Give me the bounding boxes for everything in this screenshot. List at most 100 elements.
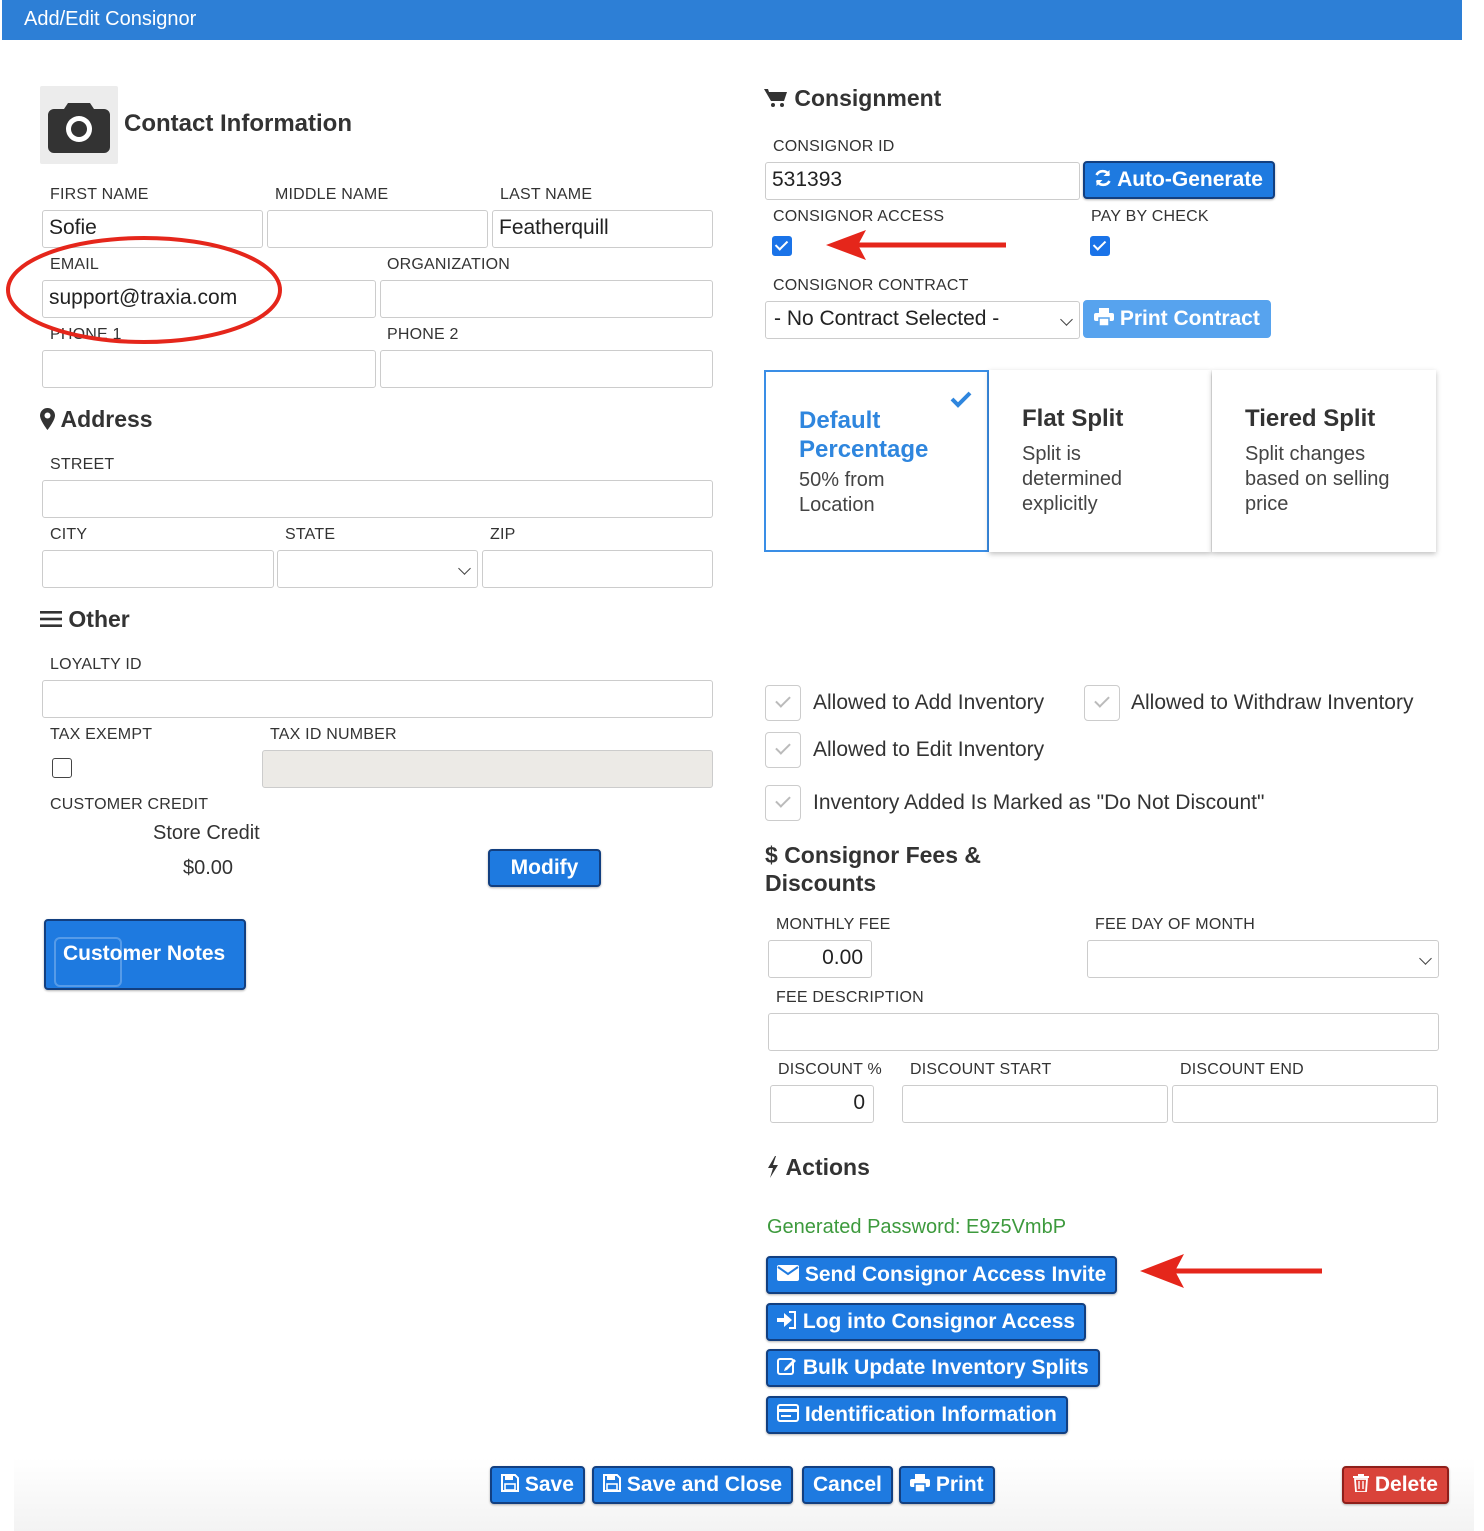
monthly-fee-input[interactable]: 0.00 [768, 940, 872, 978]
do-not-discount-checkbox[interactable] [765, 785, 801, 821]
allow-add-label: Allowed to Add Inventory [813, 691, 1045, 714]
consignor-contract-label: CONSIGNOR CONTRACT [773, 277, 969, 294]
fee-day-select[interactable] [1087, 940, 1439, 978]
delete-label: Delete [1374, 1473, 1438, 1496]
street-input[interactable] [42, 480, 713, 518]
middle-name-label: MIDDLE NAME [275, 186, 389, 203]
discount-end-label: DISCOUNT END [1180, 1061, 1304, 1078]
phone2-label: PHONE 2 [387, 326, 459, 343]
save-and-close-button[interactable]: Save and Close [592, 1466, 794, 1504]
send-invite-button[interactable]: Send Consignor Access Invite [766, 1256, 1118, 1294]
printer-icon [910, 1474, 930, 1493]
trash-icon [1353, 1474, 1369, 1493]
cancel-button[interactable]: Cancel [802, 1466, 893, 1504]
loyalty-label: LOYALTY ID [50, 656, 142, 673]
print-contract-button[interactable]: Print Contract [1083, 300, 1271, 338]
send-invite-label: Send Consignor Access Invite [804, 1263, 1107, 1286]
zip-input[interactable] [482, 550, 713, 588]
consignor-access-checkbox[interactable] [772, 236, 792, 256]
log-into-access-button[interactable]: Log into Consignor Access [766, 1303, 1087, 1341]
identification-button[interactable]: Identification Information [766, 1396, 1068, 1434]
zip-label: ZIP [490, 526, 516, 543]
split-option-desc: 50% from Location [799, 469, 885, 516]
discount-start-label: DISCOUNT START [910, 1061, 1052, 1078]
consignor-id-input[interactable]: 531393 [765, 162, 1080, 200]
city-input[interactable] [42, 550, 274, 588]
camera-icon[interactable] [40, 86, 118, 164]
split-option-desc: Split changes based on selling price [1245, 443, 1390, 515]
auto-generate-button[interactable]: Auto-Generate [1083, 161, 1275, 199]
delete-button[interactable]: Delete [1342, 1466, 1449, 1504]
menu-icon [40, 610, 62, 627]
fee-desc-input[interactable] [768, 1013, 1439, 1051]
annotation-arrow [1140, 1254, 1322, 1288]
pay-by-check-label: PAY BY CHECK [1091, 208, 1209, 225]
refresh-icon [1095, 170, 1111, 187]
organization-input[interactable] [380, 280, 713, 318]
cart-icon [764, 88, 787, 107]
discount-label: DISCOUNT % [778, 1061, 882, 1078]
chevron-down-icon [458, 562, 471, 575]
fee-day-label: FEE DAY OF MONTH [1095, 916, 1255, 933]
state-select[interactable] [277, 550, 478, 588]
map-marker-icon [40, 407, 55, 430]
modify-button[interactable]: Modify [488, 849, 601, 887]
state-label: STATE [285, 526, 336, 543]
do-not-discount-label: Inventory Added Is Marked as "Do Not Dis… [813, 791, 1265, 814]
tax-exempt-checkbox[interactable] [52, 758, 72, 778]
customer-notes-button[interactable]: Customer Notes [44, 919, 246, 990]
split-option-desc: Split is determined explicitly [1022, 443, 1123, 515]
window-title: Add/Edit Consignor [2, 0, 1462, 40]
actions-heading-text: Actions [785, 1154, 870, 1180]
edit-icon [777, 1358, 796, 1376]
allow-edit-checkbox[interactable] [765, 732, 801, 768]
store-credit-value: $0.00 [183, 857, 234, 879]
phone1-input[interactable] [42, 350, 376, 388]
tax-id-label: TAX ID NUMBER [270, 726, 397, 743]
split-option-tiered[interactable]: Tiered Split Split changes based on sell… [1212, 370, 1436, 552]
organization-label: ORGANIZATION [387, 256, 510, 273]
last-name-input[interactable]: Featherquill [492, 210, 713, 248]
contact-heading: Contact Information [124, 110, 352, 137]
annotation-arrow [826, 230, 1006, 260]
phone2-input[interactable] [380, 350, 713, 388]
pay-by-check-checkbox[interactable] [1090, 236, 1110, 256]
print-button[interactable]: Print [899, 1466, 995, 1504]
loyalty-input[interactable] [42, 680, 713, 718]
split-option-flat[interactable]: Flat Split Split is determined explicitl… [989, 370, 1211, 552]
street-label: STREET [50, 456, 115, 473]
allow-edit-label: Allowed to Edit Inventory [813, 738, 1045, 761]
discount-input[interactable]: 0 [770, 1085, 874, 1123]
fees-heading-line1: Consignor Fees & [784, 842, 981, 868]
split-option-title: Flat Split [1022, 405, 1124, 432]
consignment-heading: Consignment [764, 85, 941, 112]
printer-icon [1094, 308, 1114, 327]
split-option-title: Default Percentage [799, 407, 929, 463]
customer-credit-label: CUSTOMER CREDIT [50, 796, 209, 813]
id-card-icon [777, 1404, 799, 1423]
notes-focus-outline [54, 937, 122, 987]
allow-withdraw-checkbox[interactable] [1084, 685, 1120, 721]
discount-end-input[interactable] [1172, 1085, 1438, 1123]
bolt-icon [768, 1155, 778, 1178]
consignor-access-label: CONSIGNOR ACCESS [773, 208, 945, 225]
split-option-default[interactable]: Default Percentage 50% from Location [764, 370, 989, 552]
identification-label: Identification Information [804, 1403, 1057, 1426]
middle-name-input[interactable] [267, 210, 488, 248]
sign-in-icon [777, 1311, 796, 1330]
monthly-fee-label: MONTHLY FEE [776, 916, 891, 933]
discount-start-input[interactable] [902, 1085, 1168, 1123]
city-label: CITY [50, 526, 88, 543]
contract-value: - No Contract Selected - [774, 307, 1000, 330]
envelope-icon [777, 1265, 799, 1282]
save-button[interactable]: Save [490, 1466, 585, 1504]
contract-select[interactable]: - No Contract Selected - [765, 301, 1080, 339]
bulk-update-button[interactable]: Bulk Update Inventory Splits [766, 1349, 1100, 1387]
consignor-id-label: CONSIGNOR ID [773, 138, 895, 155]
address-heading-text: Address [60, 406, 153, 432]
allow-add-checkbox[interactable] [765, 685, 801, 721]
chevron-down-icon [1419, 952, 1432, 965]
bulk-update-label: Bulk Update Inventory Splits [802, 1356, 1089, 1379]
check-icon [950, 391, 972, 408]
last-name-label: LAST NAME [500, 186, 593, 203]
